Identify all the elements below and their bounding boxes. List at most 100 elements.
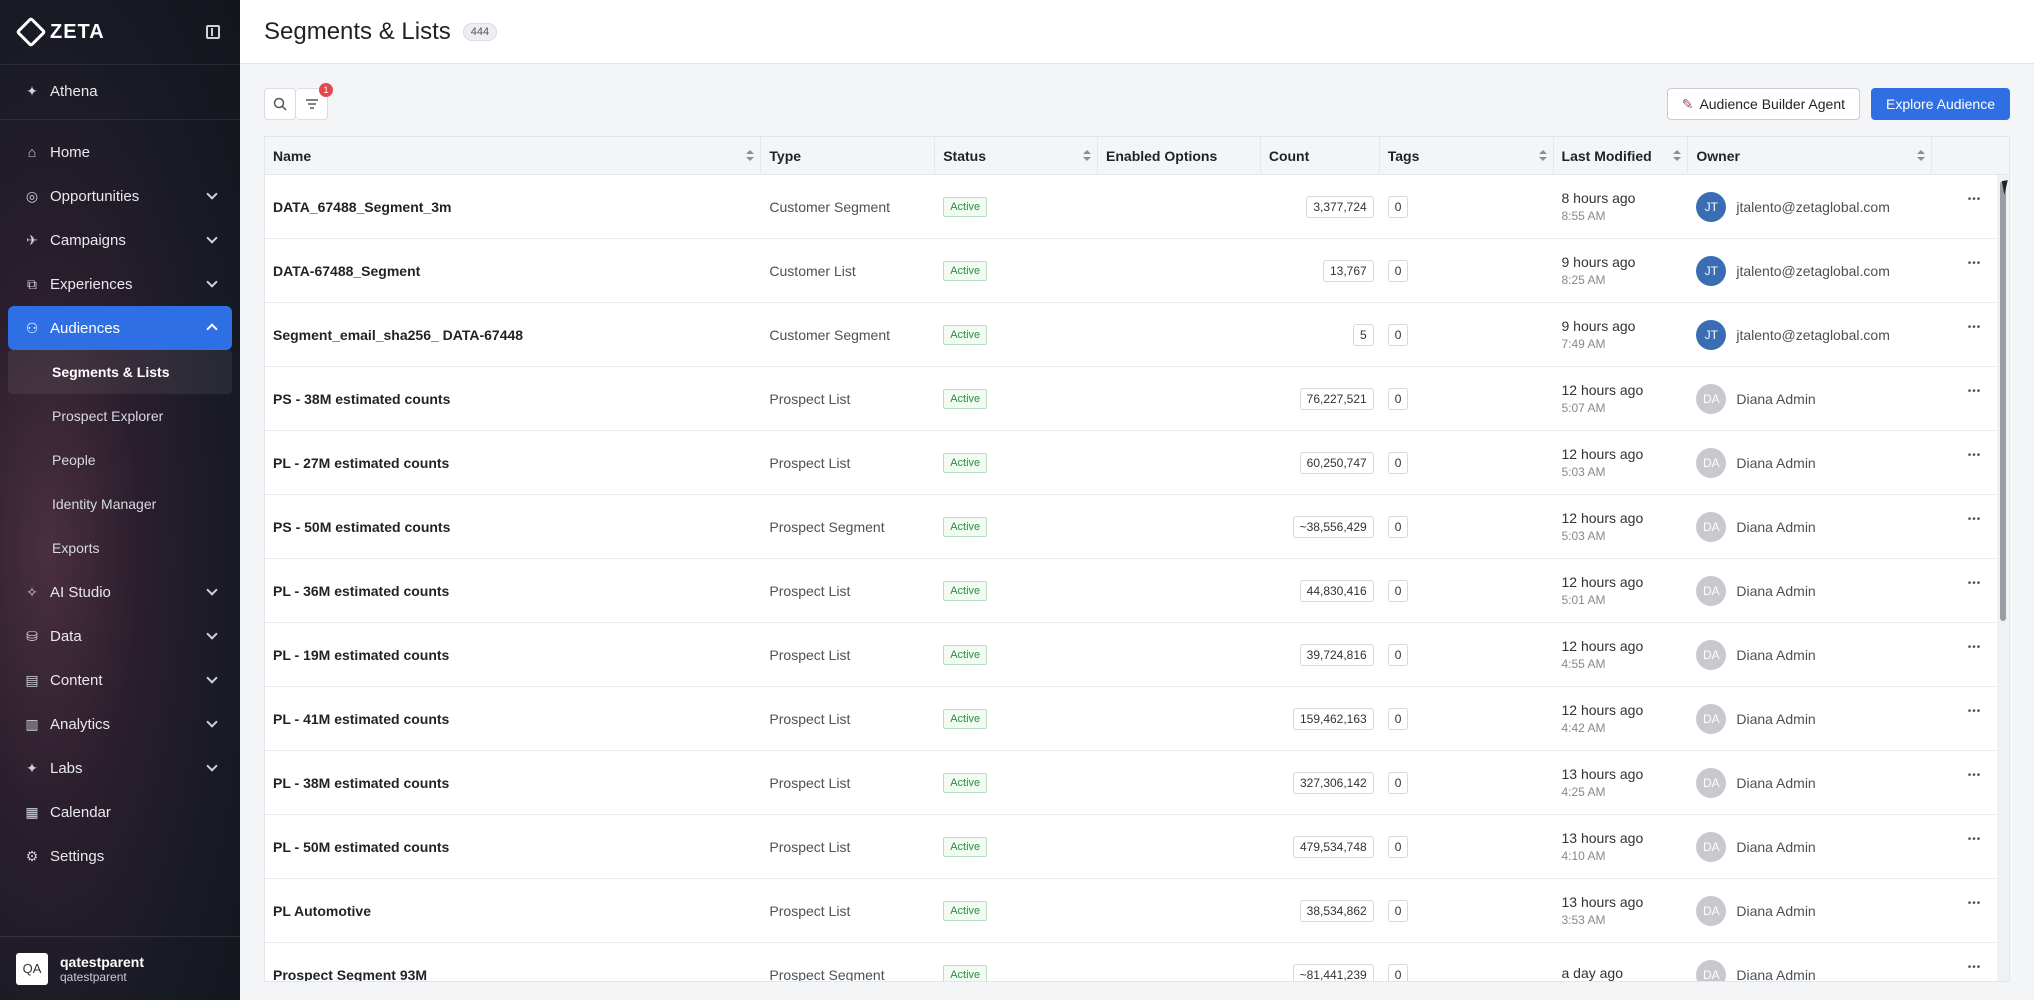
audience-builder-agent-button[interactable]: ✎ Audience Builder Agent	[1666, 88, 1860, 120]
more-actions-icon[interactable]: •••	[1968, 706, 1982, 717]
more-actions-icon[interactable]: •••	[1968, 258, 1982, 269]
segment-name-link[interactable]: PS - 38M estimated counts	[265, 367, 761, 431]
sidebar-item-data[interactable]: ⛁ Data	[0, 614, 240, 658]
subnav-item-identity-manager[interactable]: Identity Manager	[0, 482, 240, 526]
table-row[interactable]: PL - 19M estimated counts Prospect List Ac…	[265, 623, 2009, 687]
segment-name-link[interactable]: Prospect Segment 93M	[265, 943, 761, 982]
sidebar-item-settings[interactable]: ⚙ Settings	[0, 834, 240, 878]
chevron-down-icon[interactable]	[206, 628, 218, 640]
column-header-status[interactable]: Status	[935, 137, 1099, 175]
more-actions-icon[interactable]: •••	[1968, 898, 1982, 909]
segment-name-link[interactable]: PL - 36M estimated counts	[265, 559, 761, 623]
brand-logo[interactable]: ZETA	[15, 16, 105, 48]
sidebar-item-athena[interactable]: ✦ Athena	[0, 69, 240, 113]
sort-icon[interactable]	[1083, 150, 1092, 162]
column-header-name[interactable]: Name	[265, 137, 762, 175]
more-actions-icon[interactable]: •••	[1968, 386, 1982, 397]
table-row[interactable]: PS - 50M estimated counts Prospect Segmen…	[265, 495, 2009, 559]
more-actions-icon[interactable]: •••	[1968, 322, 1982, 333]
more-actions-icon[interactable]: •••	[1968, 450, 1982, 461]
segment-name-link[interactable]: PL - 50M estimated counts	[265, 815, 761, 879]
segment-name-link[interactable]: PS - 50M estimated counts	[265, 495, 761, 559]
more-actions-icon[interactable]: •••	[1968, 770, 1982, 781]
chevron-down-icon[interactable]	[206, 232, 218, 244]
chevron-up-icon[interactable]	[206, 323, 218, 335]
collapse-sidebar-icon[interactable]	[206, 25, 220, 39]
table-row[interactable]: PL - 38M estimated counts Prospect List Ac…	[265, 751, 2009, 815]
segment-name-link[interactable]: DATA-67488_Segment	[265, 239, 761, 303]
tags-count[interactable]: 0	[1387, 899, 1409, 922]
column-header-tags[interactable]: Tags	[1380, 137, 1554, 175]
tags-count[interactable]: 0	[1387, 579, 1409, 602]
sidebar-item-analytics[interactable]: ▥ Analytics	[0, 702, 240, 746]
tags-count[interactable]: 0	[1387, 195, 1409, 218]
column-header-owner[interactable]: Owner	[1688, 137, 1933, 175]
sidebar-item-experiences[interactable]: ⧉ Experiences	[0, 262, 240, 306]
sidebar-item-audiences[interactable]: ⚇ Audiences	[8, 306, 232, 350]
sort-icon[interactable]	[1917, 150, 1926, 162]
table-scrollbar[interactable]	[1997, 175, 2009, 981]
sort-icon[interactable]	[1538, 150, 1547, 162]
segment-name-link[interactable]: PL - 19M estimated counts	[265, 623, 761, 687]
sidebar-item-campaigns[interactable]: ✈ Campaigns	[0, 218, 240, 262]
tags-count[interactable]: 0	[1387, 387, 1409, 410]
sidebar-item-calendar[interactable]: ▦ Calendar	[0, 790, 240, 834]
sidebar-item-labs[interactable]: ✦ Labs	[0, 746, 240, 790]
more-actions-icon[interactable]: •••	[1968, 194, 1982, 205]
table-row[interactable]: PS - 38M estimated counts Prospect List Ac…	[265, 367, 2009, 431]
search-button[interactable]	[264, 88, 296, 120]
table-row[interactable]: PL Automotive Prospect List Active 38,534,8…	[265, 879, 2009, 943]
more-actions-icon[interactable]: •••	[1968, 578, 1982, 589]
tags-count[interactable]: 0	[1387, 451, 1409, 474]
chevron-down-icon[interactable]	[206, 716, 218, 728]
tags-count[interactable]: 0	[1387, 707, 1409, 730]
table-row[interactable]: PL - 41M estimated counts Prospect List Ac…	[265, 687, 2009, 751]
chevron-down-icon[interactable]	[206, 672, 218, 684]
more-actions-icon[interactable]: •••	[1968, 834, 1982, 845]
scrollbar-thumb[interactable]	[2000, 181, 2006, 621]
explore-audience-button[interactable]: Explore Audience	[1871, 88, 2010, 120]
tags-count[interactable]: 0	[1387, 323, 1409, 346]
more-actions-icon[interactable]: •••	[1968, 962, 1982, 973]
segment-name-link[interactable]: PL - 41M estimated counts	[265, 687, 761, 751]
tags-count[interactable]: 0	[1387, 963, 1409, 981]
subnav-item-exports[interactable]: Exports	[0, 526, 240, 570]
sidebar-item-opportunities[interactable]: ◎ Opportunities	[0, 174, 240, 218]
sidebar-item-content[interactable]: ▤ Content	[0, 658, 240, 702]
sidebar-item-ai-studio[interactable]: ✧ AI Studio	[0, 570, 240, 614]
table-row[interactable]: PL - 36M estimated counts Prospect List Ac…	[265, 559, 2009, 623]
owner-avatar: DA	[1696, 959, 1727, 981]
column-header-last-modified[interactable]: Last Modified	[1554, 137, 1689, 175]
subnav-item-segments-lists[interactable]: Segments & Lists	[8, 350, 232, 394]
segment-name-link[interactable]: PL Automotive	[265, 879, 761, 943]
chevron-down-icon[interactable]	[206, 584, 218, 596]
segment-name-link[interactable]: Segment_email_sha256_ DATA-67448	[265, 303, 761, 367]
flow-icon: ⧉	[27, 276, 37, 292]
chevron-down-icon[interactable]	[206, 760, 218, 772]
more-actions-icon[interactable]: •••	[1968, 514, 1982, 525]
segment-name-link[interactable]: PL - 38M estimated counts	[265, 751, 761, 815]
segment-name-link[interactable]: DATA_67488_Segment_3m	[265, 175, 761, 239]
tags-count[interactable]: 0	[1387, 835, 1409, 858]
sort-icon[interactable]	[1673, 150, 1682, 162]
sort-icon[interactable]	[746, 150, 755, 162]
account-switcher[interactable]: QA qatestparent qatestparent	[0, 936, 240, 1000]
chevron-down-icon[interactable]	[206, 276, 218, 288]
tags-count[interactable]: 0	[1387, 515, 1409, 538]
chevron-down-icon[interactable]	[206, 188, 218, 200]
filter-button[interactable]: 1	[296, 83, 333, 120]
sidebar-item-home[interactable]: ⌂ Home	[0, 130, 240, 174]
table-row[interactable]: Prospect Segment 93M Prospect Segment Acti…	[265, 943, 2009, 982]
tags-count[interactable]: 0	[1387, 771, 1409, 794]
table-row[interactable]: Segment_email_sha256_ DATA-67448 Customer…	[265, 303, 2009, 367]
table-row[interactable]: PL - 50M estimated counts Prospect List Ac…	[265, 815, 2009, 879]
tags-count[interactable]: 0	[1387, 259, 1409, 282]
more-actions-icon[interactable]: •••	[1968, 642, 1982, 653]
table-row[interactable]: DATA_67488_Segment_3m Customer Segment Act…	[265, 175, 2009, 239]
table-row[interactable]: PL - 27M estimated counts Prospect List Ac…	[265, 431, 2009, 495]
segment-name-link[interactable]: PL - 27M estimated counts	[265, 431, 761, 495]
tags-count[interactable]: 0	[1387, 643, 1409, 666]
table-row[interactable]: DATA-67488_Segment Customer List Active 13,…	[265, 239, 2009, 303]
subnav-item-prospect-explorer[interactable]: Prospect Explorer	[0, 394, 240, 438]
subnav-item-people[interactable]: People	[0, 438, 240, 482]
